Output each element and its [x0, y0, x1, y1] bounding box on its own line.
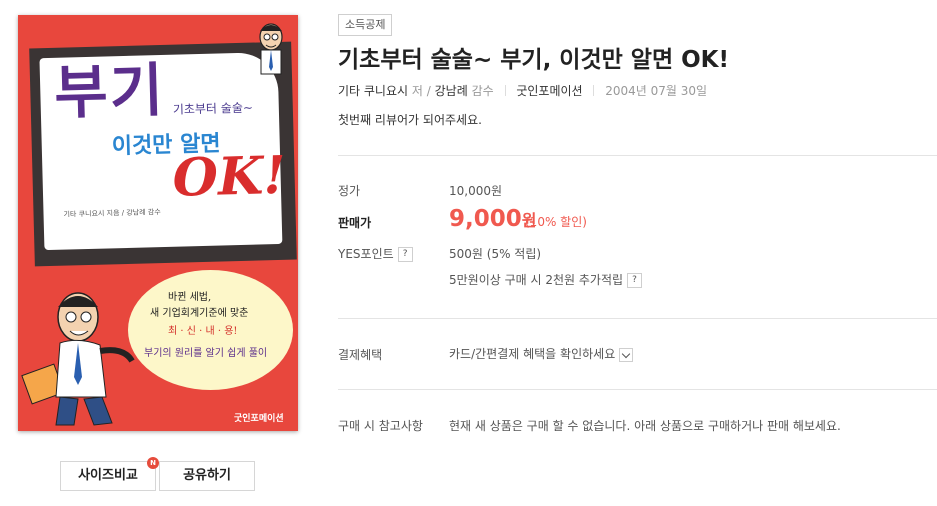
chevron-down-icon[interactable]: [619, 347, 634, 362]
extra-points-text: 5만원이상 구매 시 2천원 추가적립: [449, 273, 624, 287]
publisher-link[interactable]: 굿인포메이션: [516, 84, 582, 98]
cover-bubble-line: 새 기업회계기준에 맞춘: [150, 308, 249, 319]
review-cta-link[interactable]: 첫번째 리뷰어가 되어주세요.: [338, 111, 482, 128]
cover-paper: 부기 기초부터 술술~ 이것만 알면 OK! 기타 쿠니요시 지음 / 강남례 …: [39, 51, 287, 251]
book-meta-line: 기타 쿠니요시 저 / 강남례 감수 굿인포메이션 2004년 07월 30일: [338, 82, 707, 99]
list-price-value: 10,000원: [449, 184, 503, 198]
author-link[interactable]: 기타 쿠니요시: [338, 84, 408, 98]
author-role: 저 /: [411, 84, 431, 98]
cover-title-big: 부기: [53, 55, 166, 127]
cover-bubble-line: 최 · 신 · 내 · 용!: [168, 326, 238, 337]
sale-price-number: 9,000: [449, 206, 522, 232]
discount-rate: (10% 할인): [525, 215, 587, 229]
publish-date: 2004년 07월 30일: [605, 84, 708, 98]
help-icon[interactable]: ?: [397, 247, 413, 262]
purchase-notice-label: 구매 시 참고사항: [338, 419, 423, 433]
category-tag[interactable]: 소득공제: [338, 14, 393, 36]
supervisor-link[interactable]: 강남례: [435, 84, 468, 98]
divider: [338, 389, 937, 390]
cover-speech-bubble: 바뀐 세법, 새 기업회계기준에 맞춘 최 · 신 · 내 · 용! 부기의 원…: [128, 270, 293, 390]
size-compare-button[interactable]: 사이즈비교: [60, 461, 156, 491]
list-price-label: 정가: [338, 184, 361, 198]
cover-publisher: 굿인포메이션: [234, 414, 284, 424]
new-badge: N: [147, 457, 159, 469]
payment-benefit-text: 카드/간편결제 혜택을 확인하세요: [449, 347, 616, 361]
cover-man-illustration: [21, 292, 135, 426]
meta-separator: [504, 85, 506, 96]
purchase-notice-text: 현재 새 상품은 구매 할 수 없습니다. 아래 상품으로 구매하거나 판매 해…: [449, 419, 841, 433]
meta-separator: [593, 85, 595, 96]
cover-title-ok: OK!: [171, 144, 287, 209]
book-cover-image[interactable]: 부기 기초부터 술술~ 이것만 알면 OK! 기타 쿠니요시 지음 / 강남례 …: [18, 15, 298, 431]
help-icon[interactable]: ?: [627, 273, 643, 288]
cover-subtitle-small: 기초부터 술술~: [172, 100, 254, 117]
cover-small-man-illustration: [259, 23, 283, 75]
yes-points-value: 500원 (5% 적립): [449, 247, 542, 261]
book-title: 기초부터 술술~ 부기, 이것만 알면 OK!: [338, 47, 729, 73]
divider: [338, 155, 937, 156]
payment-benefit-label: 결제혜택: [338, 348, 383, 362]
cover-bubble-line: 부기의 원리를 알기 쉽게 풀이: [144, 348, 268, 359]
share-button[interactable]: 공유하기: [159, 461, 255, 491]
supervisor-role: 감수: [471, 84, 494, 98]
yes-points-label: YES포인트: [338, 247, 394, 261]
extra-points-row: 5만원이상 구매 시 2천원 추가적립?: [449, 271, 643, 288]
yes-points-row-label: YES포인트?: [338, 245, 413, 262]
sale-price-label: 판매가: [338, 216, 372, 230]
sale-price-value: 9,000원: [449, 206, 537, 232]
cover-bubble-line: 바뀐 세법,: [168, 292, 212, 303]
divider: [338, 318, 937, 319]
cover-credit: 기타 쿠니요시 지음 / 강남례 감수: [63, 208, 161, 219]
payment-benefit-toggle[interactable]: 카드/간편결제 혜택을 확인하세요: [449, 345, 634, 362]
